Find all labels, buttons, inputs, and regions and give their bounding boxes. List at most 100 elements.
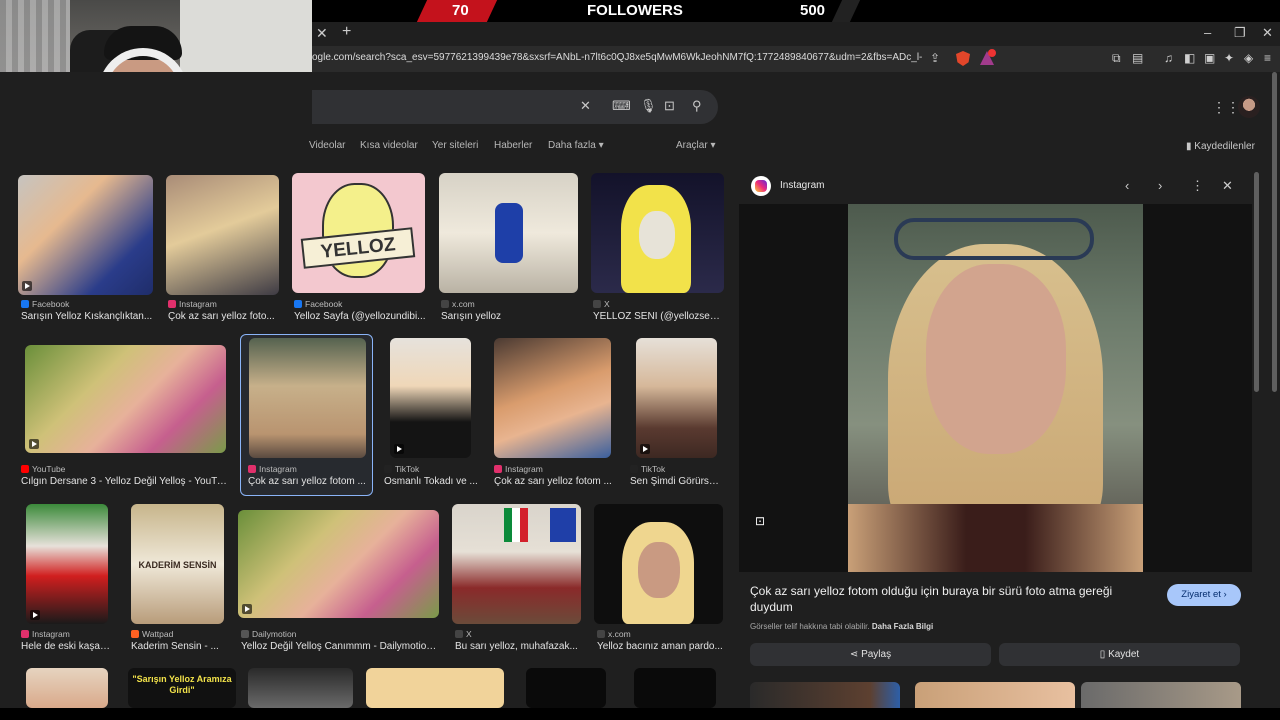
result-source-6: YouTube xyxy=(21,464,65,474)
result-title-12[interactable]: Kaderim Sensin - ... xyxy=(131,641,226,652)
play-icon xyxy=(242,604,252,614)
related-thumb-3[interactable] xyxy=(1081,682,1241,708)
source-label: Instagram xyxy=(259,464,297,474)
filter-news[interactable]: Haberler xyxy=(494,140,532,151)
visit-button[interactable]: Ziyaret et › xyxy=(1167,584,1241,606)
sunglasses xyxy=(894,218,1094,260)
filter-videos[interactable]: Videolar xyxy=(309,140,346,151)
result-title-5[interactable]: YELLOZ SENİ (@yellozsen... xyxy=(593,311,723,322)
saved-button[interactable]: ▮ Kaydedilenler xyxy=(1186,141,1255,152)
brave-shields-icon[interactable] xyxy=(956,51,970,66)
result-thumb-12[interactable]: KADERİM SENSİN xyxy=(131,504,224,624)
result-title-4[interactable]: Sarışın yelloz xyxy=(441,311,576,322)
result-thumb-11[interactable] xyxy=(26,504,108,624)
extensions-icon[interactable]: ⧉ xyxy=(1112,51,1121,66)
minimize-icon[interactable]: – xyxy=(1204,25,1211,40)
result-source-7: Instagram xyxy=(248,464,297,474)
result-title-2[interactable]: Çok az sarı yelloz foto... xyxy=(168,311,280,322)
result-thumb-3[interactable]: YELLOZ xyxy=(292,173,425,293)
vpn-icon[interactable]: ◈ xyxy=(1244,51,1253,65)
chevron-left-icon[interactable]: ‹ xyxy=(1125,178,1129,193)
lens-icon[interactable]: ⊡ xyxy=(664,98,675,114)
result-thumb-7[interactable] xyxy=(249,338,366,458)
window-close-icon[interactable]: ✕ xyxy=(1262,25,1273,41)
filter-places[interactable]: Yer siteleri xyxy=(432,140,478,151)
address-bar: ogle.com/search?sca_esv=5977621399439e78… xyxy=(312,46,1280,72)
microphone-icon[interactable]: 🎙 xyxy=(640,98,657,114)
result-thumb-9[interactable] xyxy=(494,338,611,458)
result-thumb-5[interactable] xyxy=(591,173,724,293)
result-thumb-18[interactable] xyxy=(248,668,353,708)
result-thumb-17[interactable]: "Sarışın Yelloz Aramıza Girdi" xyxy=(128,668,236,708)
followers-label: FOLLOWERS xyxy=(587,2,683,19)
preview-source[interactable]: Instagram xyxy=(780,180,824,191)
result-thumb-6[interactable] xyxy=(25,345,226,453)
result-thumb-19[interactable] xyxy=(366,668,504,708)
result-title-15[interactable]: Yelloz bacınız aman pardo... xyxy=(597,641,723,652)
result-thumb-21[interactable] xyxy=(634,668,716,708)
image-preview-panel: Instagram ‹ › ⋮ ✕ ⊡ Çok az sarı yelloz f… xyxy=(739,172,1252,708)
preview-image[interactable] xyxy=(848,204,1143,572)
keyboard-icon[interactable]: ⌨ xyxy=(612,98,631,114)
result-title-7[interactable]: Çok az sarı yelloz fotom ... xyxy=(248,476,366,487)
play-icon xyxy=(640,444,650,454)
result-thumb-13[interactable] xyxy=(238,510,439,618)
filter-tools[interactable]: Araçlar ▾ xyxy=(676,140,716,151)
result-thumb-10[interactable] xyxy=(636,338,717,458)
filter-short-videos[interactable]: Kısa videolar xyxy=(360,140,418,151)
avatar[interactable] xyxy=(1238,96,1260,118)
related-thumb-2[interactable] xyxy=(915,682,1075,708)
learn-more-link[interactable]: Daha Fazla Bilgi xyxy=(872,622,933,631)
result-thumb-4[interactable] xyxy=(439,173,578,293)
result-thumb-2[interactable] xyxy=(166,175,279,295)
panel-scrollbar[interactable] xyxy=(1254,172,1259,392)
filter-more[interactable]: Daha fazla ▾ xyxy=(548,140,604,151)
overlay-dark-stripe xyxy=(831,0,861,22)
maximize-icon[interactable]: ❐ xyxy=(1234,25,1246,41)
search-icon[interactable]: ⚲ xyxy=(692,98,702,114)
reader-icon[interactable]: ▤ xyxy=(1132,51,1143,65)
result-title-9[interactable]: Çok az sarı yelloz fotom ... xyxy=(494,476,612,487)
url-field[interactable]: ogle.com/search?sca_esv=5977621399439e78… xyxy=(312,52,922,63)
wallet-icon[interactable]: ▣ xyxy=(1204,51,1215,65)
search-input[interactable]: ✕ ⌨ 🎙 ⊡ ⚲ xyxy=(312,90,718,124)
share-icon[interactable]: ⇪ xyxy=(930,51,940,65)
sidebar-icon[interactable]: ◧ xyxy=(1184,51,1195,65)
result-source-12: Wattpad xyxy=(131,629,173,639)
close-icon[interactable]: ✕ xyxy=(1222,178,1233,194)
save-label: Kaydet xyxy=(1108,649,1140,660)
result-title-14[interactable]: Bu sarı yelloz, muhafazak... xyxy=(455,641,585,652)
leo-icon[interactable]: ✦ xyxy=(1224,51,1234,65)
result-thumb-16[interactable] xyxy=(26,668,108,708)
tab-close-icon[interactable]: ✕ xyxy=(316,25,328,42)
related-thumb-1[interactable] xyxy=(750,682,900,708)
cartoon-face xyxy=(639,211,675,259)
more-options-icon[interactable]: ⋮ xyxy=(1191,178,1204,194)
result-thumb-8[interactable] xyxy=(390,338,471,458)
share-button[interactable]: ⋖ Paylaş xyxy=(750,643,991,666)
save-button[interactable]: ▯ Kaydet xyxy=(999,643,1240,666)
result-thumb-1[interactable] xyxy=(18,175,153,295)
lens-search-icon[interactable]: ⊡ xyxy=(755,514,765,528)
result-thumb-15[interactable] xyxy=(594,504,723,624)
result-title-1[interactable]: Sarışın Yelloz Kıskançlıktan... xyxy=(21,311,156,322)
result-thumb-14[interactable] xyxy=(452,504,581,624)
result-thumb-20[interactable] xyxy=(526,668,606,708)
chevron-right-icon[interactable]: › xyxy=(1158,178,1162,193)
result-title-6[interactable]: Cılgın Dersane 3 - Yelloz Değil Yelloş -… xyxy=(21,476,231,487)
menu-icon[interactable]: ≡ xyxy=(1264,51,1271,65)
preview-title[interactable]: Çok az sarı yelloz fotom olduğu için bur… xyxy=(750,583,1140,615)
media-icon[interactable]: ♫ xyxy=(1164,51,1173,65)
result-title-8[interactable]: Osmanlı Tokadı ve ... xyxy=(384,476,479,487)
thumb-caption: "Sarışın Yelloz Aramıza Girdi" xyxy=(132,674,232,695)
result-source-10: TikTok xyxy=(630,464,665,474)
page-scrollbar[interactable] xyxy=(1272,72,1277,392)
clear-search-icon[interactable]: ✕ xyxy=(580,98,591,114)
visit-label: Ziyaret et xyxy=(1181,589,1221,600)
result-title-10[interactable]: Sen Şimdi Görürsü... xyxy=(630,476,722,487)
result-title-3[interactable]: Yelloz Sayfa (@yellozundibi... xyxy=(294,311,426,322)
result-title-13[interactable]: Yelloz Değil Yelloş Canımmm - Dailymotio… xyxy=(241,641,437,652)
result-title-11[interactable]: Hele de eski kaşarl... xyxy=(21,641,113,652)
bottom-border xyxy=(0,708,1280,720)
new-tab-button[interactable]: + xyxy=(342,23,351,41)
